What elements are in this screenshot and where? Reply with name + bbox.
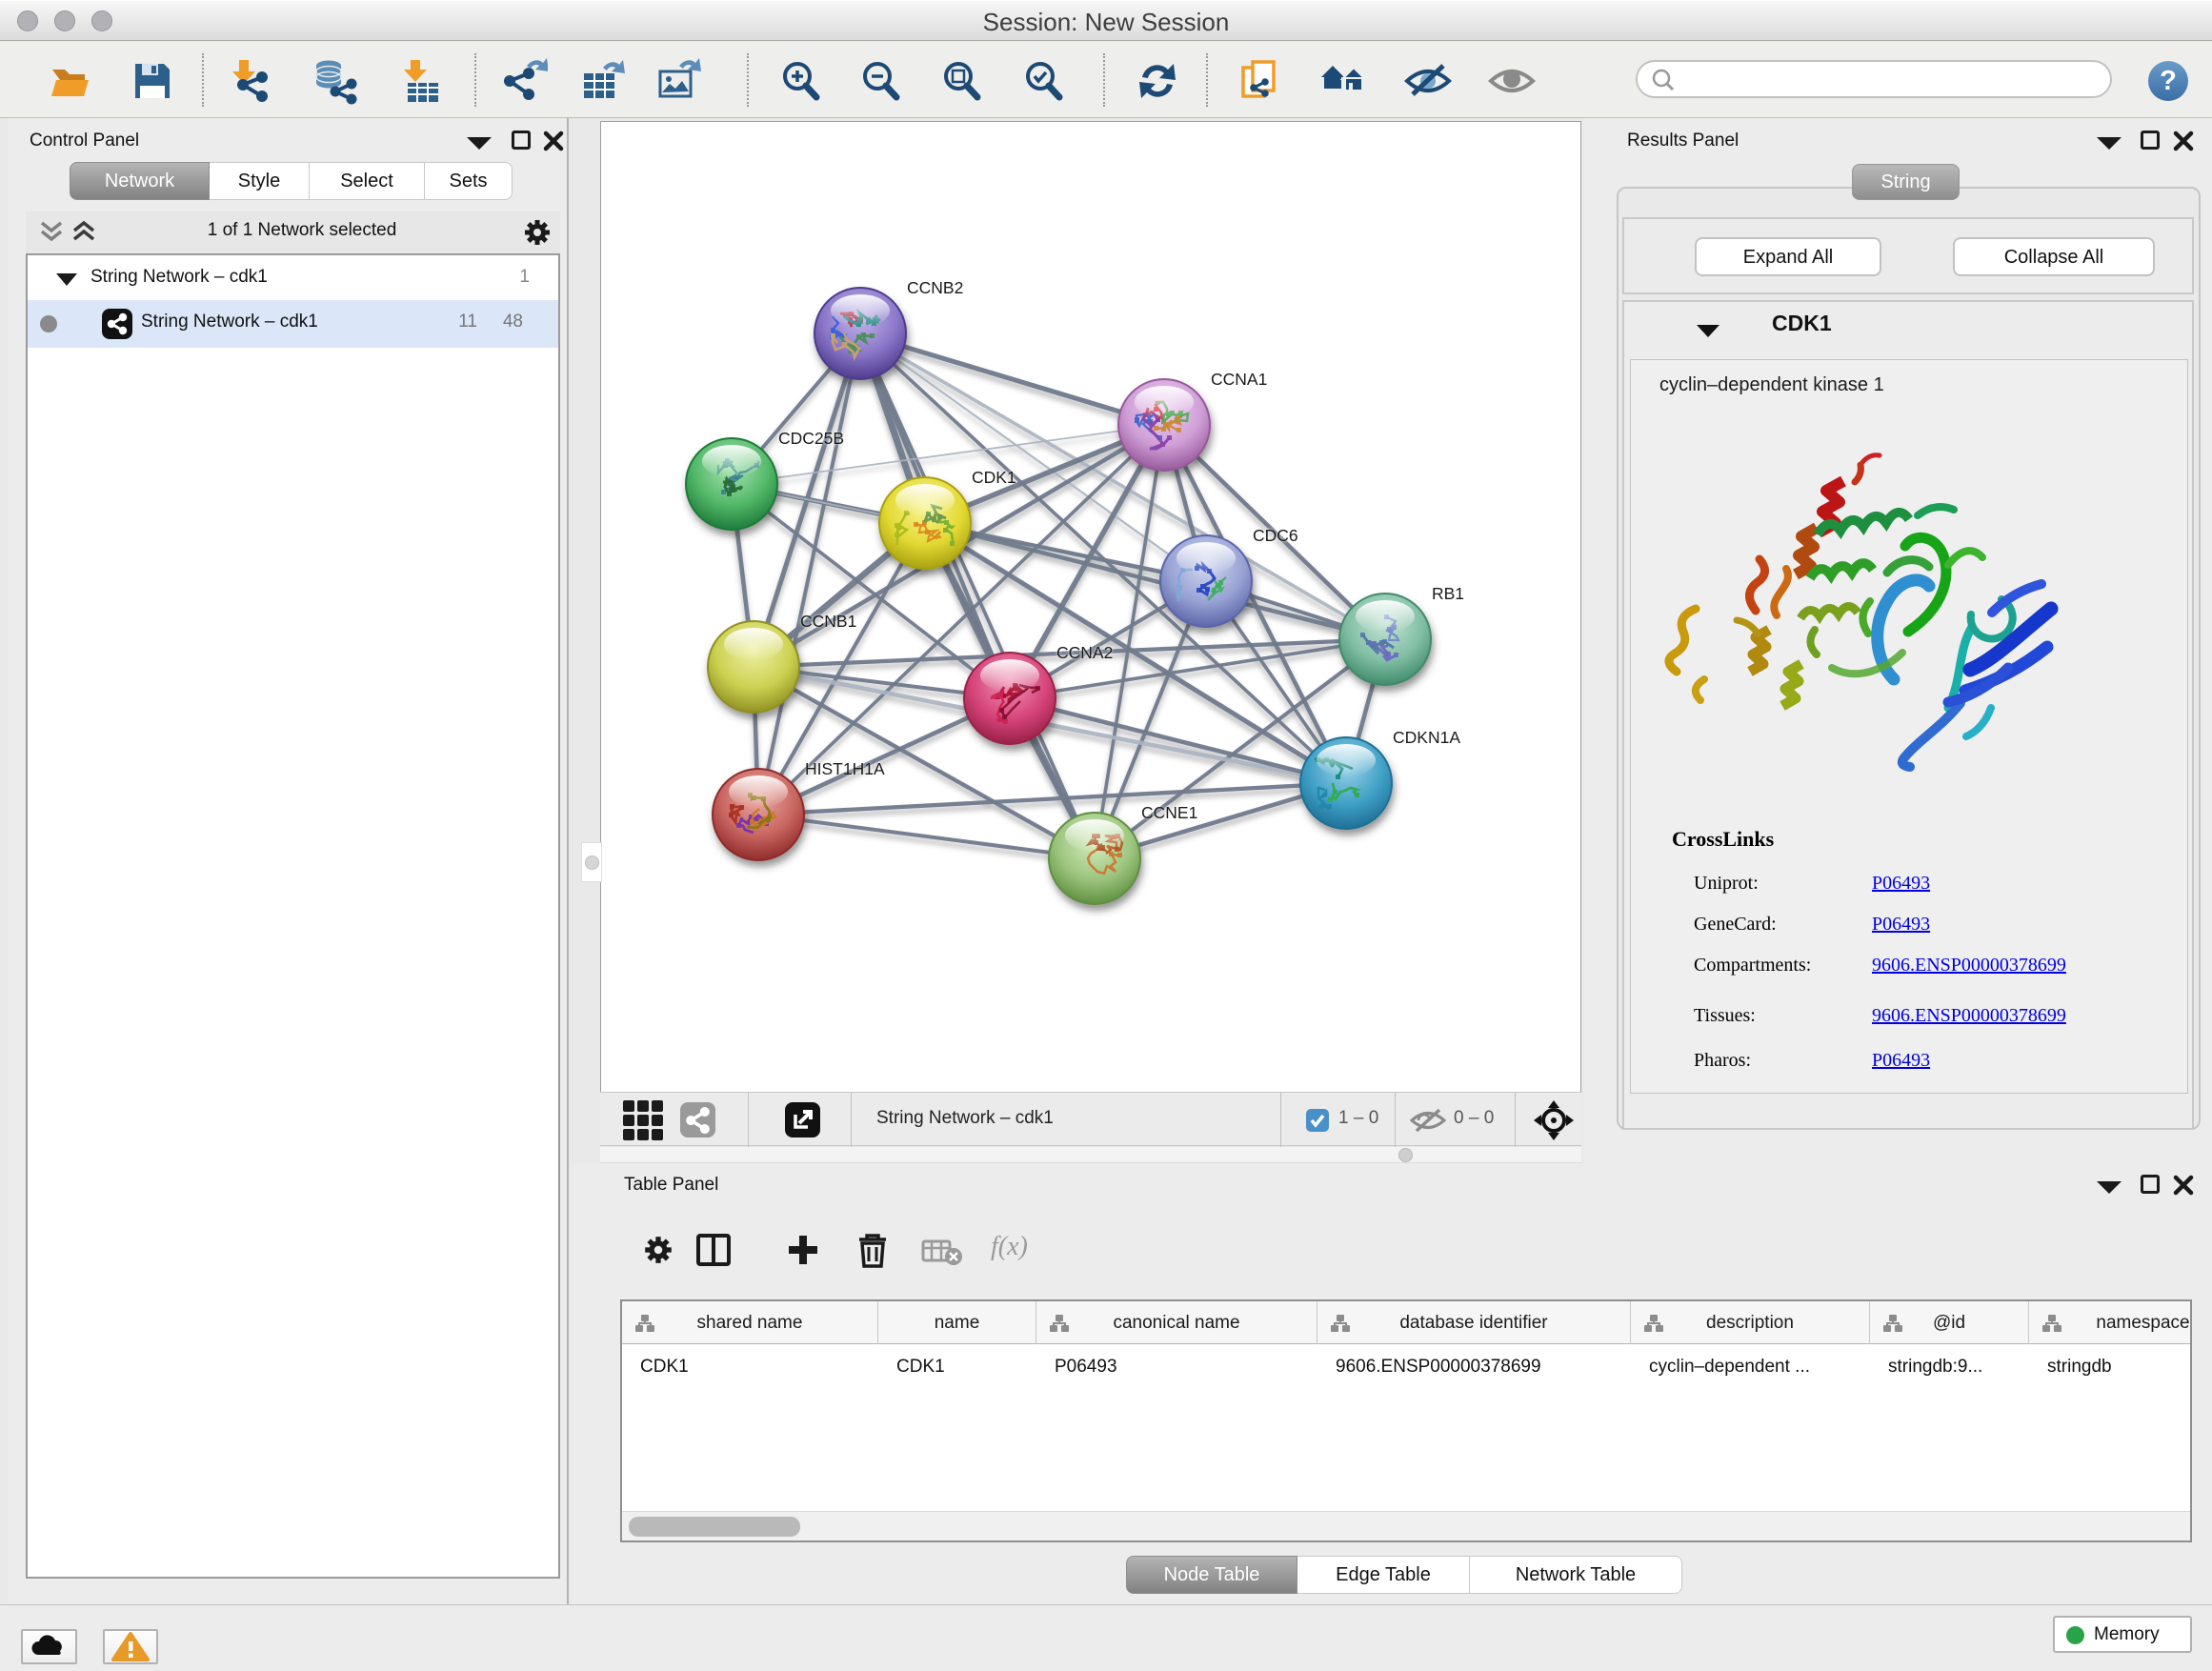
svg-text:CDK1: CDK1 [972,468,1016,487]
svg-text:CDC25B: CDC25B [778,429,844,448]
svg-text:CCNA2: CCNA2 [1056,643,1113,662]
svg-text:CDC6: CDC6 [1253,526,1298,545]
svg-text:RB1: RB1 [1432,584,1464,603]
svg-text:HIST1H1A: HIST1H1A [805,759,885,778]
svg-text:CCNA1: CCNA1 [1211,370,1267,389]
svg-text:CCNB2: CCNB2 [907,278,963,297]
svg-text:CCNE1: CCNE1 [1141,803,1197,822]
svg-text:CDKN1A: CDKN1A [1393,728,1460,747]
svg-text:CCNB1: CCNB1 [800,612,856,631]
